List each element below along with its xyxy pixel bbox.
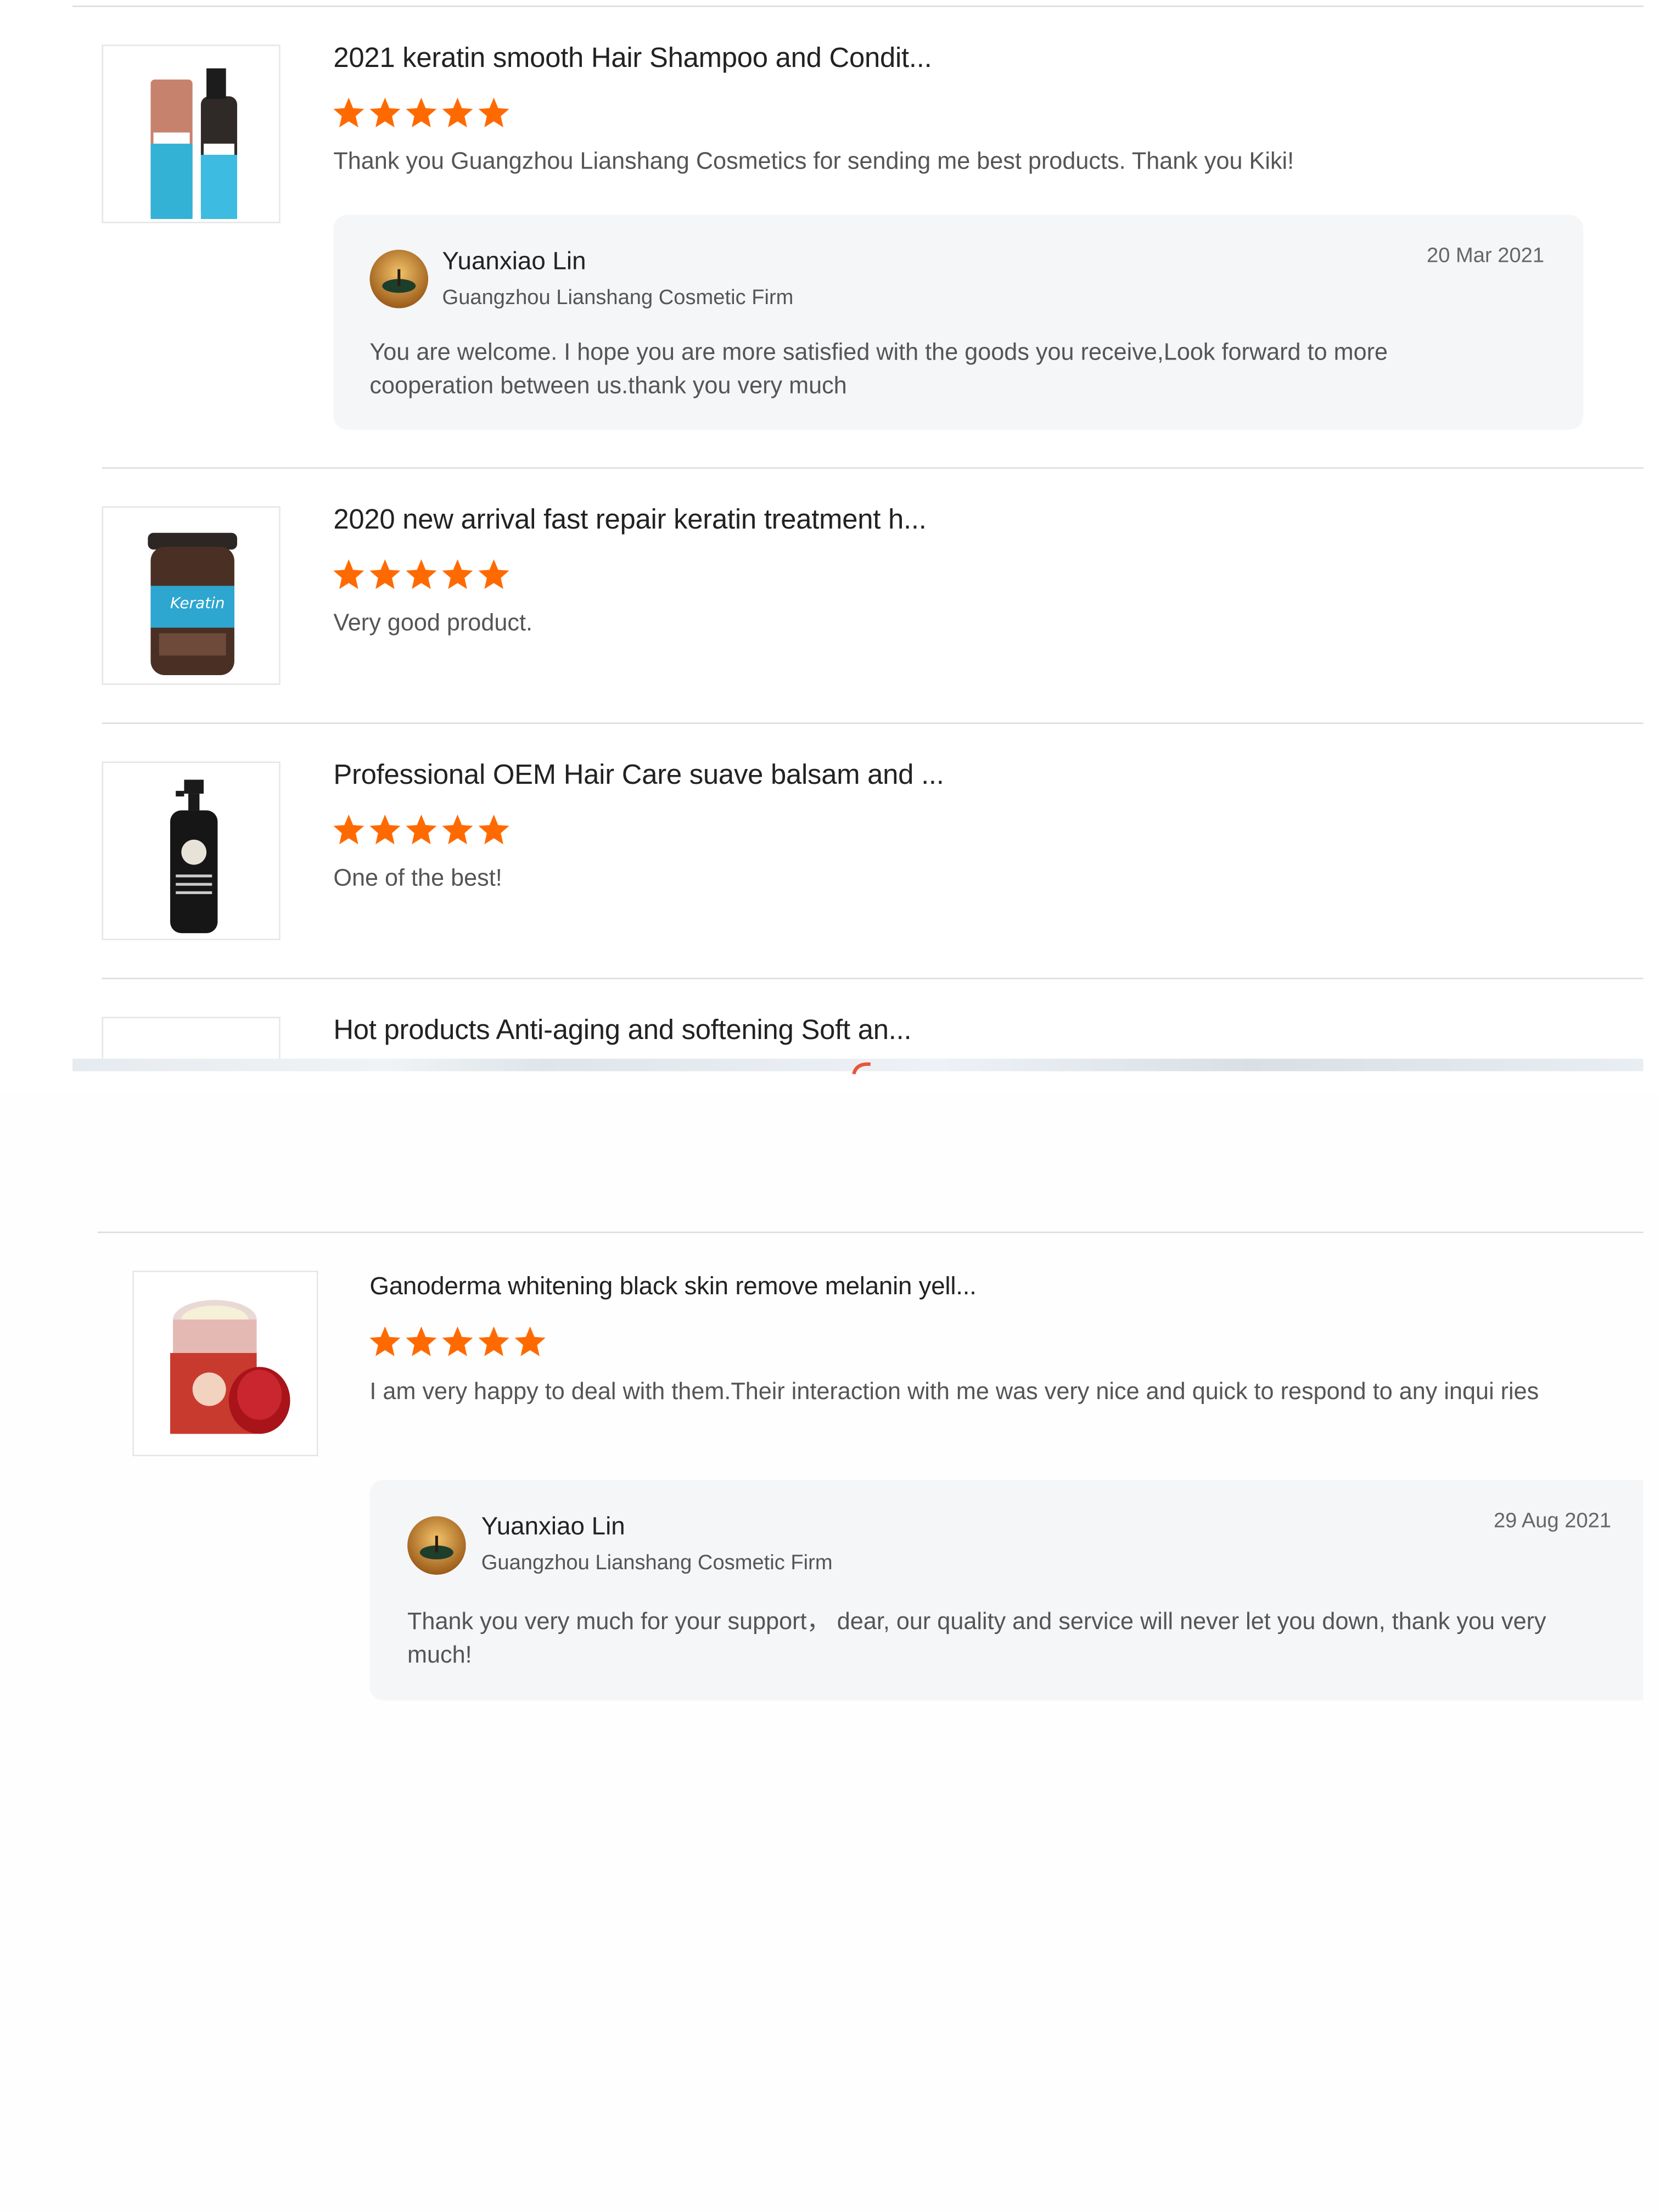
reply-date: 29 Aug 2021 <box>1493 1509 1612 1533</box>
product-thumbnail[interactable] <box>102 761 281 940</box>
divider <box>97 1231 1644 1233</box>
svg-text:Keratin: Keratin <box>170 594 225 612</box>
reply-text: You are welcome. I hope you are more sat… <box>369 339 1388 399</box>
star-icon <box>333 815 364 845</box>
avatar <box>407 1516 466 1575</box>
divider <box>102 978 1644 979</box>
reply-date: 20 Mar 2021 <box>1427 244 1545 268</box>
star-icon <box>369 1326 401 1356</box>
star-icon <box>406 559 437 590</box>
star-icon <box>478 97 509 128</box>
star-icon <box>514 1326 546 1356</box>
rating-stars <box>332 558 511 591</box>
shampoo-conditioner-bottles-icon <box>150 68 238 219</box>
star-icon <box>442 1326 473 1356</box>
star-icon <box>478 815 509 845</box>
review-comment: Thank you Guangzhou Lianshang Cosmetics … <box>333 148 1294 175</box>
star-icon <box>333 559 364 590</box>
reply-author-firm: Guangzhou Lianshang Cosmetic Firm <box>481 1551 833 1575</box>
star-icon <box>442 559 473 590</box>
product-title[interactable]: 2020 new arrival fast repair keratin tre… <box>333 505 927 537</box>
star-icon <box>333 97 364 128</box>
reply-author-name: Yuanxiao Lin <box>442 246 586 275</box>
star-icon <box>406 815 437 845</box>
black-pump-bottle-icon <box>170 779 218 934</box>
product-title[interactable]: Ganoderma whitening black skin remove me… <box>369 1272 976 1301</box>
review-comment: I am very happy to deal with them.Their … <box>369 1378 1539 1405</box>
star-icon <box>442 97 473 128</box>
divider <box>102 467 1644 469</box>
seller-reply: Yuanxiao Lin Guangzhou Lianshang Cosmeti… <box>333 215 1584 430</box>
reply-text: Thank you very much for your support， de… <box>407 1608 1546 1669</box>
star-icon <box>369 559 401 590</box>
rating-stars <box>332 813 511 847</box>
reply-author-name: Yuanxiao Lin <box>481 1512 625 1540</box>
star-icon <box>406 1326 437 1356</box>
red-cream-jar-icon <box>170 1300 290 1434</box>
product-thumbnail[interactable] <box>102 1017 281 1059</box>
product-thumbnail[interactable] <box>132 1271 318 1457</box>
rating-stars <box>332 96 511 130</box>
reply-author-firm: Guangzhou Lianshang Cosmetic Firm <box>442 285 794 310</box>
star-icon <box>369 815 401 845</box>
rating-stars <box>368 1325 547 1358</box>
product-thumbnail[interactable]: Keratin <box>102 506 281 685</box>
review-comment: Very good product. <box>333 609 533 636</box>
star-icon <box>406 97 437 128</box>
product-title[interactable]: Professional OEM Hair Care suave balsam … <box>333 760 944 792</box>
star-icon <box>478 1326 509 1356</box>
product-title[interactable]: Hot products Anti-aging and softening So… <box>333 1015 911 1047</box>
avatar <box>369 249 429 308</box>
star-icon <box>442 815 473 845</box>
review-item: 2021 keratin smooth Hair Shampoo and Con… <box>0 0 1660 467</box>
spinner-icon <box>852 1062 871 1075</box>
seller-reply: Yuanxiao Lin Guangzhou Lianshang Cosmeti… <box>369 1480 1644 1700</box>
star-icon <box>369 97 401 128</box>
product-title[interactable]: 2021 keratin smooth Hair Shampoo and Con… <box>333 43 932 75</box>
star-icon <box>478 559 509 590</box>
divider <box>102 722 1644 724</box>
product-thumbnail[interactable] <box>102 44 281 223</box>
keratin-hair-mask-jar-icon: Keratin <box>148 532 238 675</box>
review-comment: One of the best! <box>333 864 502 891</box>
